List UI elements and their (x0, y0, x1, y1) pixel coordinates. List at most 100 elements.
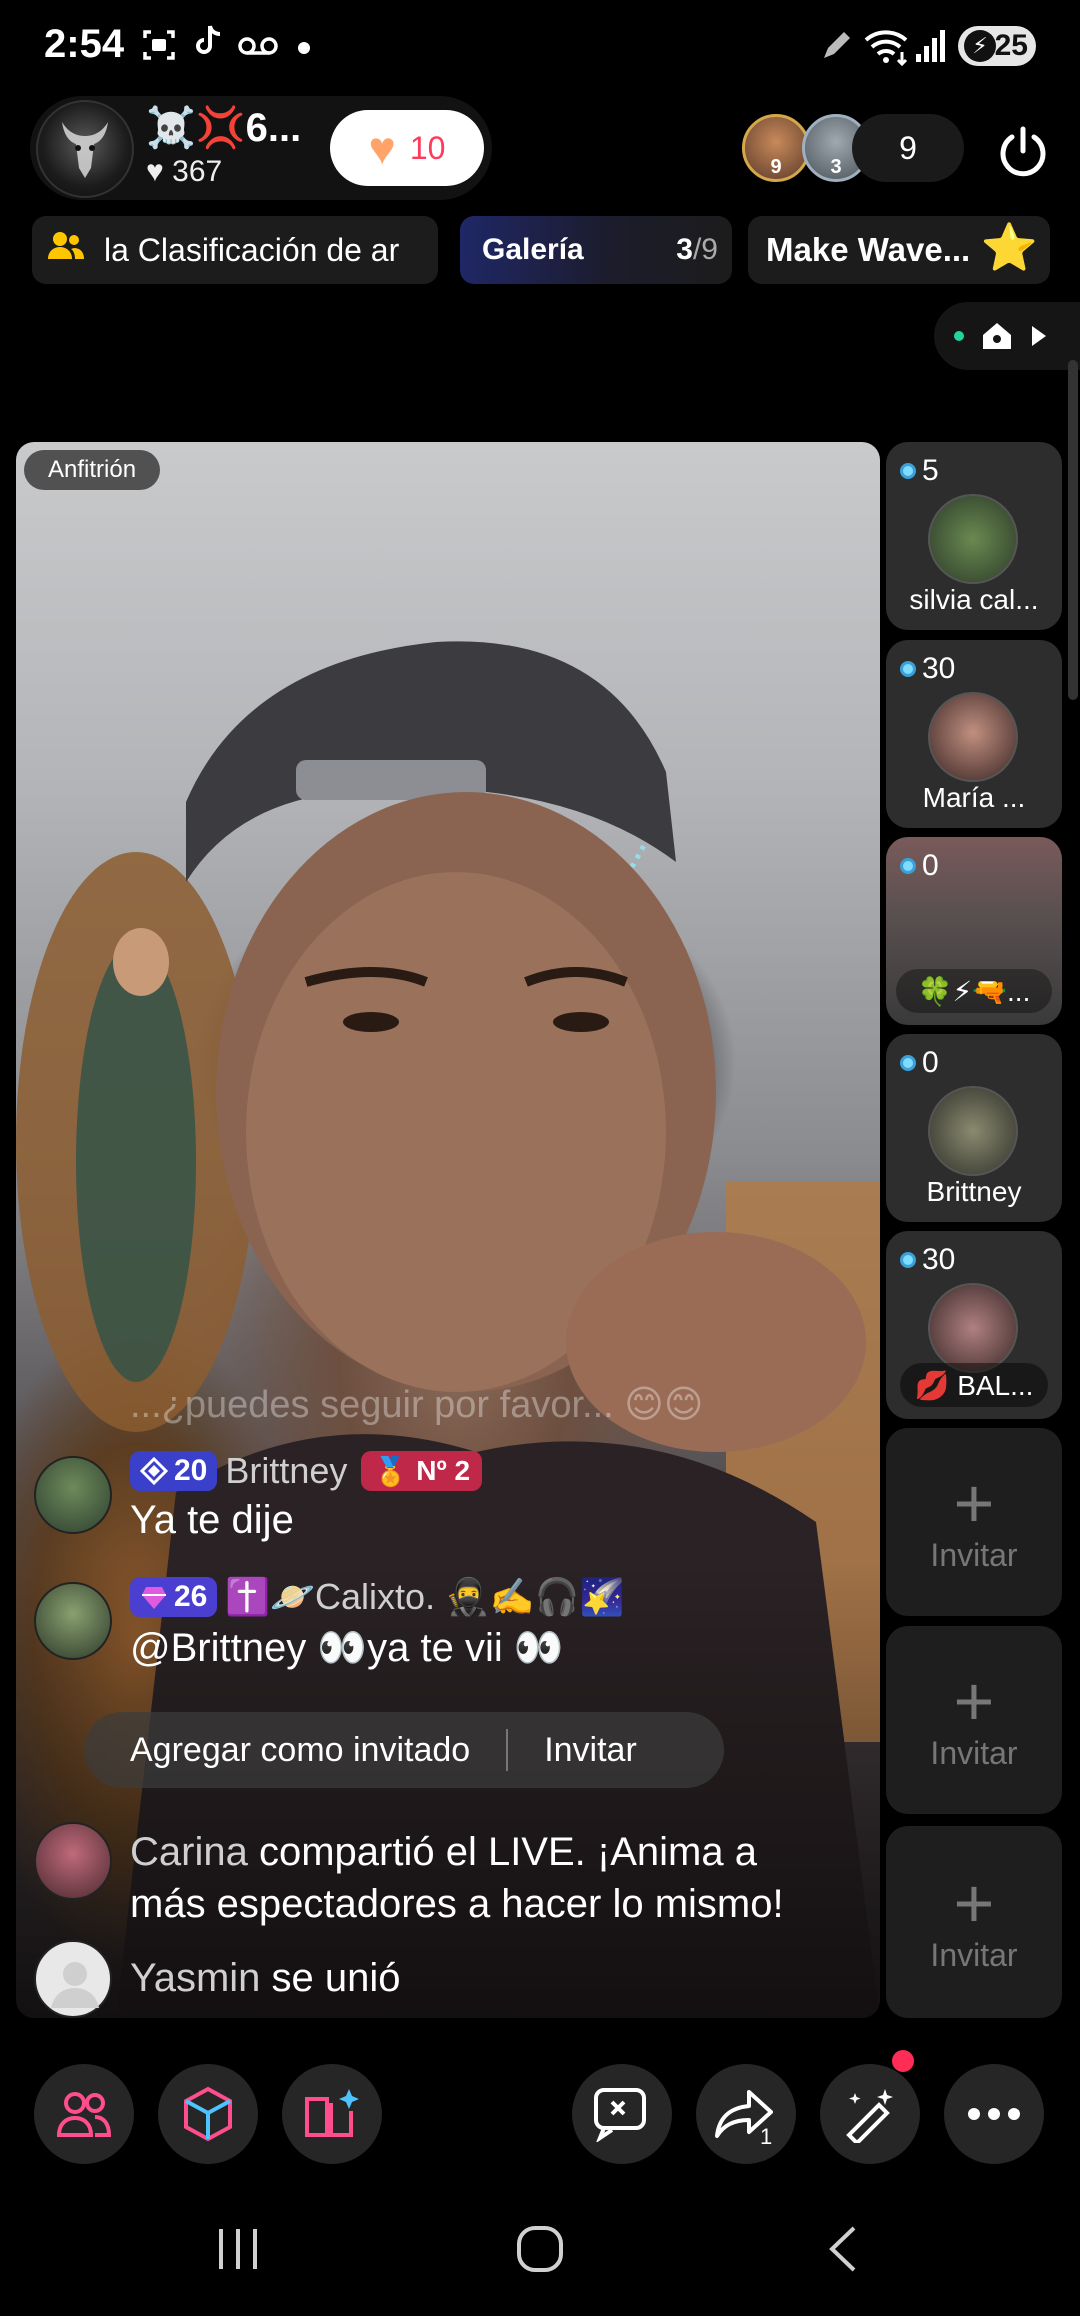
rank-badge: 🏅 Nº 2 (361, 1451, 483, 1491)
follow-count: 10 (409, 129, 446, 166)
notification-dot-icon (298, 42, 310, 54)
add-as-guest-button[interactable]: Agregar como invitado (84, 1731, 506, 1770)
comment-message: Ya te dije (130, 1498, 294, 1542)
share-button[interactable]: 1 (696, 2064, 796, 2164)
screenshot-icon (142, 28, 176, 70)
guest-name: Brittney (926, 1176, 1022, 1207)
guest-score-value: 0 (922, 849, 939, 882)
guest-score: 30 (900, 652, 955, 686)
comment-avatar[interactable] (34, 1582, 112, 1660)
score-dot-icon (900, 463, 916, 479)
joiner-name[interactable]: Yasmin (130, 1956, 260, 2000)
guest-score-value: 0 (922, 1046, 939, 1079)
battery-saver-icon: ⚡ (964, 30, 996, 62)
recent-apps-icon (219, 2229, 257, 2269)
gallery-page-indicator: 3/9 (676, 233, 718, 267)
battery-indicator: ⚡ 25 (958, 26, 1036, 66)
guest-score: 5 (900, 454, 939, 488)
commenter-name[interactable]: ✝️🪐Calixto. 🥷✍️🎧🌠 (225, 1576, 624, 1618)
guest-name: María ... (922, 782, 1026, 813)
comment-avatar-placeholder[interactable] (34, 1940, 112, 2018)
guest-slot[interactable]: 30 María ... (886, 640, 1062, 828)
make-wave-chip[interactable]: Make Wave... ⭐ (748, 216, 1050, 284)
status-time: 2:54 (44, 22, 125, 66)
score-dot-icon (900, 661, 916, 677)
power-icon[interactable] (990, 118, 1056, 184)
back-chevron-icon (829, 2226, 856, 2272)
commenter-name[interactable]: Brittney (225, 1450, 347, 1492)
people-icon (56, 2092, 112, 2137)
comment-message: @Brittney 👀ya te vii 👀 (130, 1626, 564, 1670)
more-button[interactable] (944, 2064, 1044, 2164)
comment-avatar[interactable] (34, 1456, 112, 1534)
book-sparkle-icon (305, 2089, 359, 2137)
home-button[interactable] (500, 2216, 580, 2282)
ranking-chip[interactable]: la Clasificación de ar (32, 216, 438, 284)
effects-button[interactable] (158, 2064, 258, 2164)
invite-guest-slot[interactable]: + Invitar (886, 1826, 1062, 2018)
guest-slot[interactable]: 5 silvia cal... (886, 442, 1062, 630)
host-name: ☠️💢6... (146, 106, 302, 150)
host-likes: ♥ 367 (146, 155, 223, 188)
magic-button[interactable] (820, 2064, 920, 2164)
score-dot-icon (900, 858, 916, 874)
level-value: 20 (174, 1454, 208, 1487)
scrollbar[interactable] (1068, 360, 1078, 700)
invite-guest-slot[interactable]: + Invitar (886, 1626, 1062, 1814)
guest-score-value: 30 (922, 1243, 956, 1276)
back-button[interactable] (802, 2216, 882, 2282)
share-notice: Carina compartió el LIVE. ¡Anima a más e… (130, 1826, 870, 1930)
invite-guest-slot[interactable]: + Invitar (886, 1428, 1062, 1616)
guest-slot-video[interactable]: 0 🍀⚡🔫... (886, 837, 1062, 1025)
guests-button[interactable] (34, 2064, 134, 2164)
mini-controls[interactable] (934, 302, 1080, 370)
gem-icon (142, 1587, 166, 1609)
viewer-count[interactable]: 9 (852, 114, 964, 182)
plus-icon: + (953, 1863, 995, 1942)
plus-icon: + (953, 1661, 995, 1740)
level-value: 26 (174, 1580, 208, 1613)
home-icon (983, 323, 1011, 349)
level-badge: 20 (130, 1451, 218, 1491)
comment-avatar[interactable] (34, 1822, 112, 1900)
guest-score: 30 (900, 1243, 955, 1277)
pen-icon (820, 28, 854, 70)
comment-header: 20 Brittney 🏅 Nº 2 (130, 1450, 483, 1492)
chat-button[interactable] (572, 2064, 672, 2164)
magic-wand-icon (846, 2089, 893, 2143)
share-text-2: más espectadores a hacer lo mismo! (130, 1882, 784, 1926)
sharer-name[interactable]: Carina (130, 1830, 248, 1874)
top-viewer-avatar-1[interactable]: 9 (742, 114, 810, 182)
guest-slot[interactable]: 30 💋 BAL... (886, 1231, 1062, 1419)
gallery-label: Galería (482, 233, 584, 266)
host-avatar[interactable] (36, 100, 134, 198)
invite-slot-label: Invitar (930, 1936, 1018, 1973)
share-count: 1 (760, 2124, 773, 2149)
gallery-chip[interactable]: Galería 3/9 (460, 216, 732, 284)
default-user-icon (51, 1962, 99, 2008)
join-text: se unió (260, 1956, 401, 2000)
invite-button[interactable]: Invitar (508, 1731, 637, 1770)
guest-slot[interactable]: 0 Brittney (886, 1034, 1062, 1222)
faded-comment: ...¿puedes seguir por favor... 😊😊 (130, 1384, 704, 1426)
invite-slot-label: Invitar (930, 1536, 1018, 1573)
guest-score-value: 30 (922, 652, 956, 685)
signal-icon (914, 26, 948, 72)
book-button[interactable] (282, 2064, 382, 2164)
follow-button[interactable]: ♥ 10 (330, 110, 484, 186)
invite-slot-label: Invitar (930, 1734, 1018, 1771)
guest-name: silvia cal... (909, 584, 1039, 615)
viewer-badge: 3 (830, 156, 842, 178)
guest-avatar (928, 692, 1018, 782)
guest-name: 💋 BAL... (900, 1363, 1048, 1407)
guest-score-value: 5 (922, 454, 939, 487)
chat-muted-icon (594, 2088, 646, 2142)
wifi-icon (862, 26, 912, 74)
medal-icon: 🏅 (373, 1455, 409, 1487)
guest-action-bar: Agregar como invitado Invitar (84, 1712, 724, 1788)
people-icon (46, 229, 86, 272)
recent-apps-button[interactable] (198, 2216, 278, 2282)
gallery-page: 3 (676, 233, 693, 266)
diamond-icon (140, 1457, 168, 1485)
viewer-badge: 9 (770, 156, 782, 178)
